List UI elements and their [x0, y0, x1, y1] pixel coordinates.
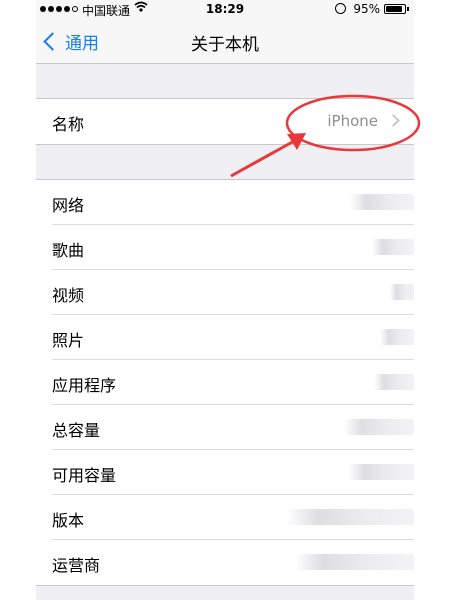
list-item-label: 应用程序	[52, 376, 117, 395]
phone-screen: 中国联通 18:29 95% 通用 关于本机 名称 iPhone 网络 歌曲视频…	[36, 0, 414, 600]
blurred-value	[390, 284, 414, 300]
list-item[interactable]: 照片	[36, 315, 414, 360]
page-title: 关于本机	[191, 35, 259, 55]
status-bar: 中国联通 18:29 95%	[36, 0, 414, 20]
list-item[interactable]: 网络	[36, 180, 414, 225]
blurred-value	[372, 239, 414, 255]
list-item-label: 网络	[52, 196, 85, 215]
blurred-value	[294, 554, 414, 570]
info-group: 网络歌曲视频照片应用程序总容量可用容量版本运营商	[36, 179, 414, 586]
navigation-bar: 通用 关于本机	[36, 20, 414, 64]
battery-icon	[384, 4, 406, 14]
list-item-label: 可用容量	[52, 466, 117, 485]
blurred-value	[380, 329, 414, 345]
list-item-label: 照片	[52, 331, 85, 350]
list-item[interactable]: 歌曲	[36, 225, 414, 270]
blurred-value	[348, 464, 414, 480]
battery-level-fill	[386, 6, 402, 12]
list-item-label: 版本	[52, 511, 85, 530]
blurred-value	[344, 419, 414, 435]
list-item[interactable]: 版本	[36, 495, 414, 540]
blurred-value	[350, 194, 414, 210]
name-group: 名称 iPhone	[36, 98, 414, 145]
list-item-label: 视频	[52, 286, 85, 305]
battery-percentage: 95%	[353, 2, 380, 16]
list-item-label: 歌曲	[52, 241, 85, 260]
list-item[interactable]: 视频	[36, 270, 414, 315]
name-row[interactable]: 名称 iPhone	[36, 99, 414, 144]
list-item-label: 运营商	[52, 556, 101, 575]
name-row-value: iPhone	[327, 112, 378, 130]
battery-tip	[407, 7, 409, 11]
list-item[interactable]: 可用容量	[36, 450, 414, 495]
list-item[interactable]: 运营商	[36, 540, 414, 585]
list-item[interactable]: 总容量	[36, 405, 414, 450]
chevron-right-icon	[387, 114, 400, 127]
rotation-lock-icon	[335, 3, 346, 14]
list-item-label: 总容量	[52, 421, 101, 440]
list-item[interactable]: 应用程序	[36, 360, 414, 405]
name-row-label: 名称	[52, 115, 85, 134]
blurred-value	[286, 509, 414, 525]
blurred-value	[374, 374, 414, 390]
